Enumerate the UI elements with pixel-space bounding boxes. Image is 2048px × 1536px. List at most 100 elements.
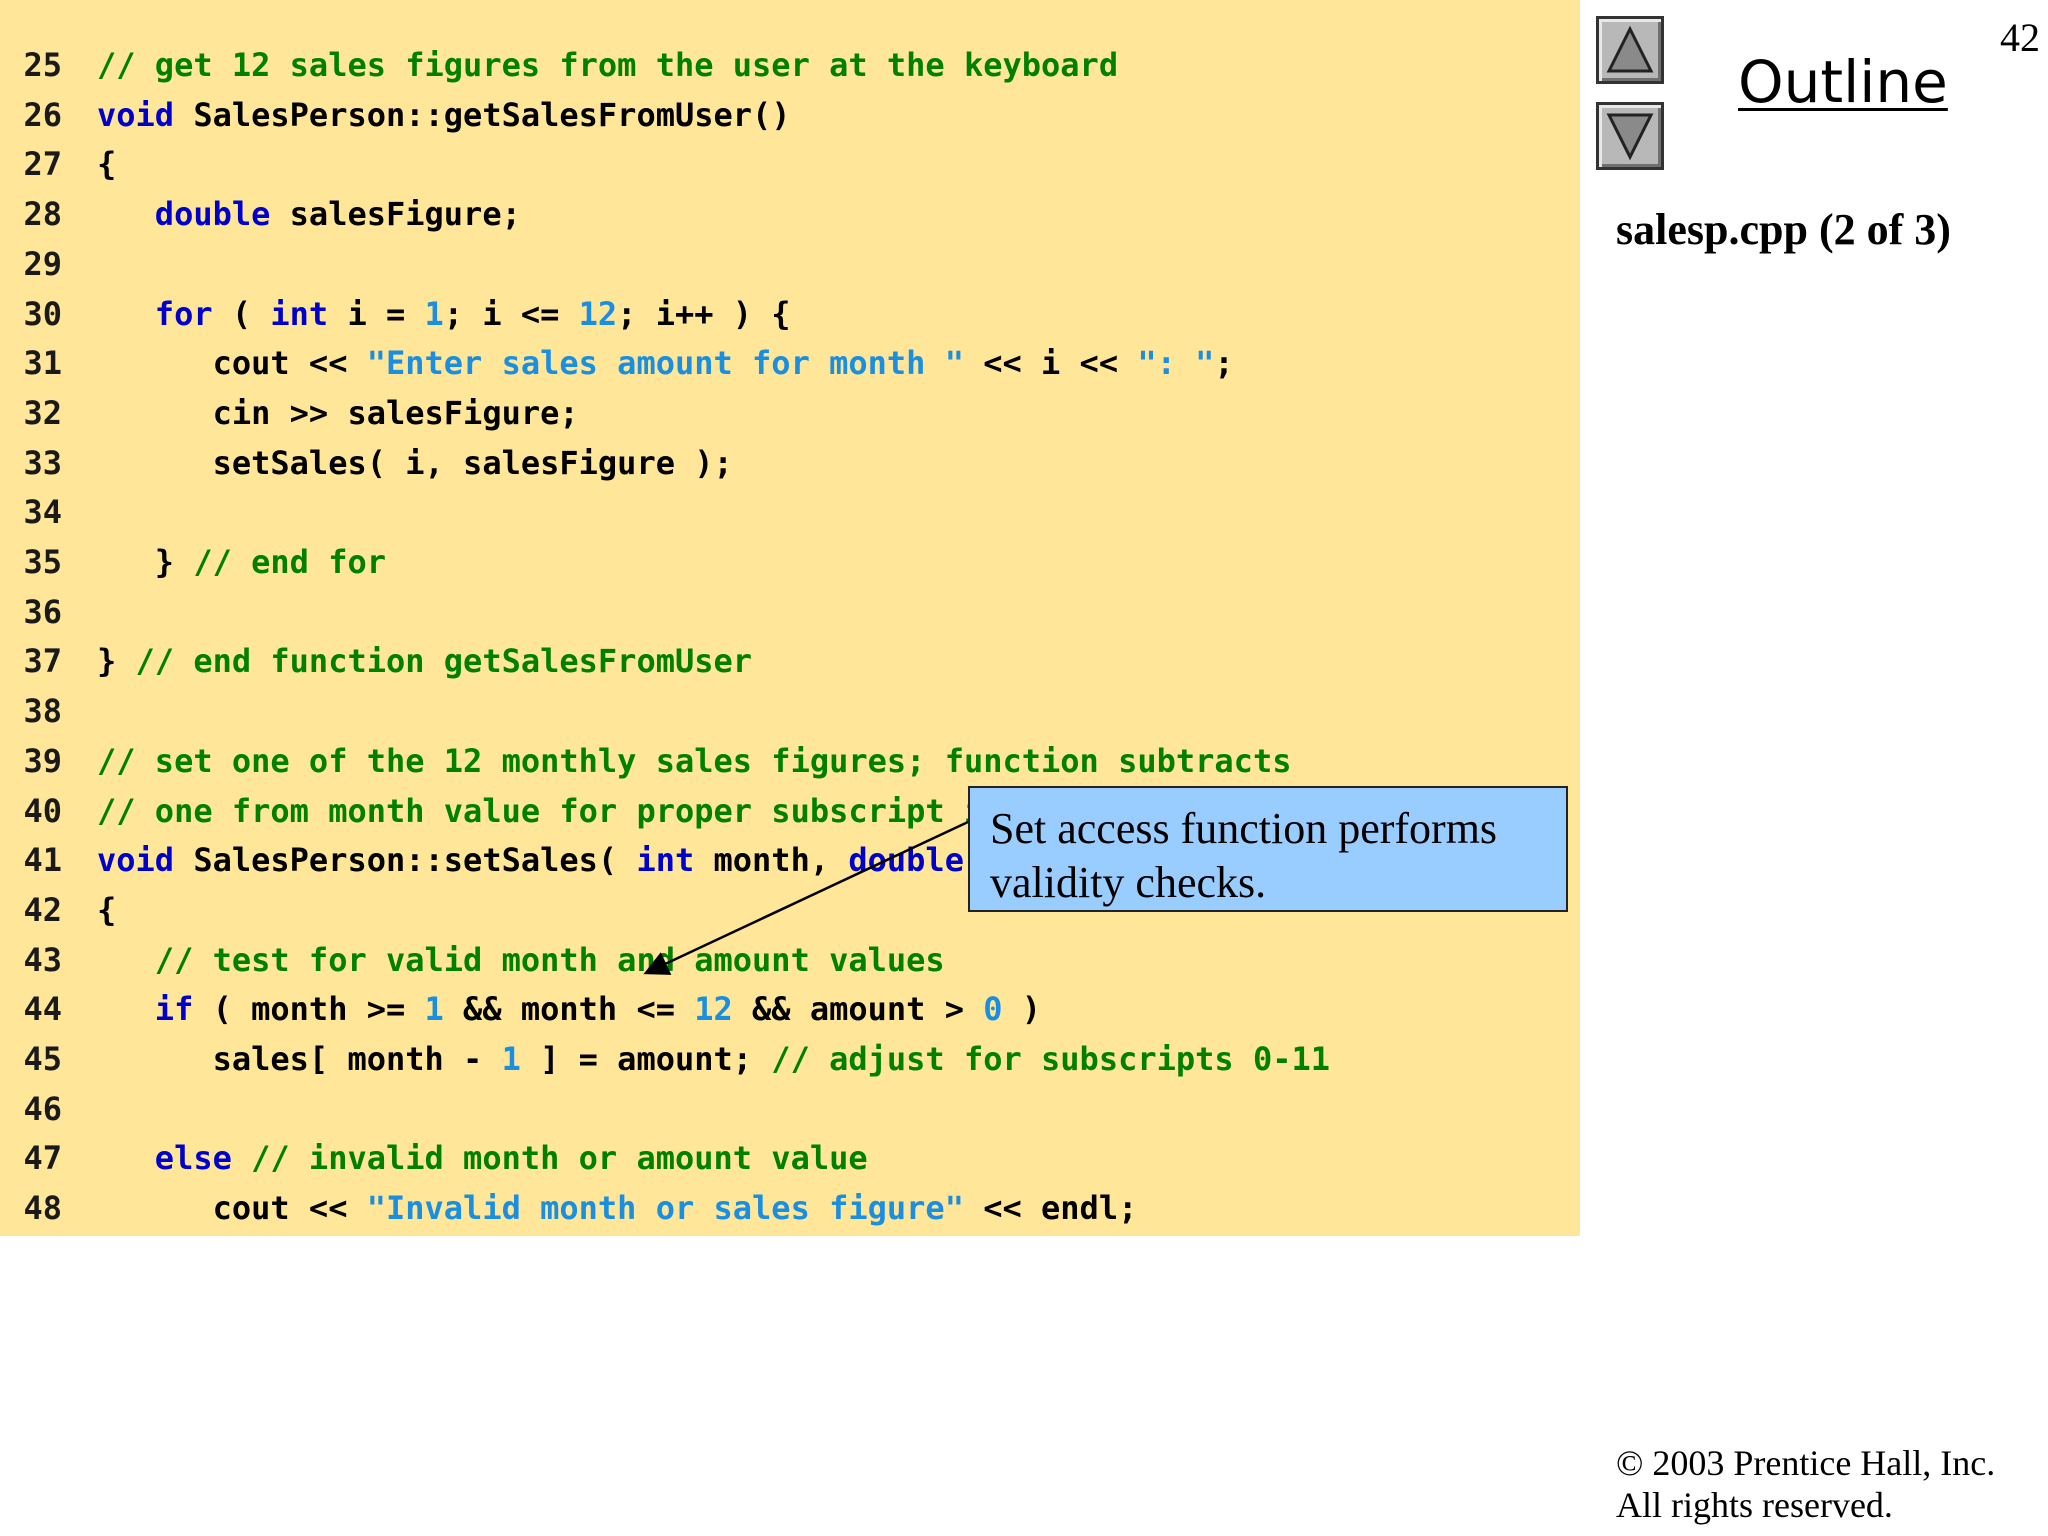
- callout-text-line1: Set access function performs: [990, 804, 1498, 853]
- code-token-plain: ): [1002, 990, 1042, 1029]
- code-token-plain: ; i <=: [443, 294, 579, 333]
- code-token-plain: ; i++ ) {: [617, 294, 791, 333]
- code-token-cm: // end for: [193, 543, 386, 581]
- code-line: 26 void SalesPerson::getSalesFromUser(): [0, 95, 1580, 135]
- code-line: 36: [0, 592, 1580, 632]
- code-line: 28 double salesFigure;: [0, 194, 1580, 234]
- code-line: 48 cout << "Invalid month or sales figur…: [0, 1188, 1580, 1228]
- line-number: 44: [23, 990, 62, 1029]
- outline-title[interactable]: Outline: [1738, 48, 1948, 116]
- line-number: 38: [23, 692, 62, 731]
- code-token-plain: setSales( i, salesFigure );: [97, 443, 733, 482]
- line-number: 46: [23, 1089, 62, 1128]
- line-number: 43: [23, 940, 62, 979]
- code-text: } // end function getSalesFromUser: [97, 641, 752, 681]
- code-text: // get 12 sales figures from the user at…: [97, 45, 1118, 85]
- code-line: 46: [0, 1089, 1580, 1129]
- code-token-kw: double: [848, 841, 964, 880]
- line-number: 45: [23, 1040, 62, 1078]
- line-number: 30: [23, 294, 62, 333]
- line-number: 36: [23, 592, 62, 631]
- down-triangle-icon: [1606, 113, 1654, 161]
- code-token-kw: double: [154, 195, 271, 234]
- code-token-plain: && month <=: [443, 990, 695, 1029]
- scroll-down-button[interactable]: [1596, 102, 1664, 170]
- code-token-num: 0: [983, 990, 1003, 1029]
- code-text: sales[ month - 1 ] = amount; // adjust f…: [97, 1039, 1330, 1079]
- code-token-plain: }: [97, 642, 136, 681]
- callout-box: Set access function performs validity ch…: [968, 786, 1568, 912]
- code-text: // test for valid month and amount value…: [97, 940, 945, 980]
- line-number: 32: [23, 393, 62, 432]
- code-line: 34: [0, 492, 1580, 532]
- code-text: if ( month >= 1 && month <= 12 && amount…: [97, 989, 1041, 1029]
- copyright-line1: © 2003 Prentice Hall, Inc.: [1616, 1443, 1996, 1483]
- scroll-up-button[interactable]: [1596, 16, 1664, 84]
- code-token-plain: ;: [1214, 344, 1234, 383]
- code-token-plain: SalesPerson::getSalesFromUser(): [174, 95, 791, 134]
- line-number: 25: [23, 46, 62, 84]
- code-token-kw: else: [154, 1139, 232, 1178]
- code-token-num: 12: [694, 990, 733, 1029]
- code-token-cm: // end function getSalesFromUser: [135, 642, 753, 681]
- code-token-str: "Invalid month or sales figure": [366, 1189, 964, 1228]
- line-number: 29: [23, 244, 62, 283]
- code-line: 45 sales[ month - 1 ] = amount; // adjus…: [0, 1039, 1580, 1079]
- line-number: 48: [23, 1189, 62, 1228]
- code-token-plain: salesFigure;: [270, 195, 521, 234]
- code-token-plain: << endl;: [963, 1189, 1138, 1228]
- code-token-kw: int: [270, 294, 329, 333]
- code-line: 35 } // end for: [0, 542, 1580, 582]
- code-token-cm: // set one of the 12 monthly sales figur…: [97, 741, 1292, 780]
- callout-text-line2: validity checks.: [990, 858, 1267, 907]
- code-line: 39 // set one of the 12 monthly sales fig…: [0, 741, 1580, 781]
- code-token-plain: (: [212, 294, 271, 333]
- code-line: 27 {: [0, 144, 1580, 184]
- code-line: 30 for ( int i = 1; i <= 12; i++ ) {: [0, 294, 1580, 334]
- code-panel: 25 // get 12 sales figures from the user …: [0, 0, 1580, 1236]
- code-text: cout << "Invalid month or sales figure" …: [97, 1188, 1138, 1228]
- line-number: 42: [23, 890, 62, 929]
- line-number: 40: [23, 791, 62, 830]
- up-triangle-icon: [1606, 25, 1654, 73]
- line-number: 37: [23, 642, 62, 681]
- line-number: 35: [23, 543, 62, 581]
- code-line: 33 setSales( i, salesFigure );: [0, 443, 1580, 483]
- code-token-plain: ] = amount;: [520, 1040, 772, 1078]
- code-token-num: 1: [424, 990, 444, 1029]
- code-line: 29: [0, 244, 1580, 284]
- code-text: setSales( i, salesFigure );: [97, 443, 733, 483]
- code-line: 25 // get 12 sales figures from the user …: [0, 45, 1580, 85]
- code-token-str: ": ": [1137, 344, 1215, 383]
- code-line: 47 else // invalid month or amount value: [0, 1138, 1580, 1178]
- code-token-plain: }: [97, 543, 194, 581]
- code-token-cm: // adjust for subscripts 0-11: [771, 1040, 1330, 1078]
- code-token-plain: ( month >=: [193, 990, 425, 1029]
- line-number: 47: [23, 1139, 62, 1178]
- line-number: 41: [23, 841, 62, 880]
- code-text: void SalesPerson::getSalesFromUser(): [97, 95, 791, 135]
- code-text: {: [97, 144, 116, 184]
- code-text: } // end for: [97, 542, 386, 582]
- code-token-plain: cin >> salesFigure;: [97, 393, 579, 432]
- code-text: for ( int i = 1; i <= 12; i++ ) {: [97, 294, 791, 334]
- code-token-plain: {: [97, 145, 117, 184]
- code-token-plain: {: [97, 890, 117, 929]
- code-line: 32 cin >> salesFigure;: [0, 393, 1580, 433]
- code-token-plain: SalesPerson::setSales(: [174, 841, 637, 880]
- code-token-kw: int: [636, 841, 695, 880]
- line-number: 26: [23, 95, 62, 134]
- code-token-plain: month,: [694, 841, 849, 880]
- code-token-kw: if: [154, 990, 194, 1029]
- code-text: // set one of the 12 monthly sales figur…: [97, 741, 1291, 781]
- code-token-num: 12: [578, 294, 618, 333]
- code-line: 38: [0, 691, 1580, 731]
- code-line: 31 cout << "Enter sales amount for month…: [0, 343, 1580, 383]
- line-number: 28: [23, 195, 62, 234]
- code-token-kw: void: [97, 841, 175, 880]
- line-number: 34: [23, 493, 62, 532]
